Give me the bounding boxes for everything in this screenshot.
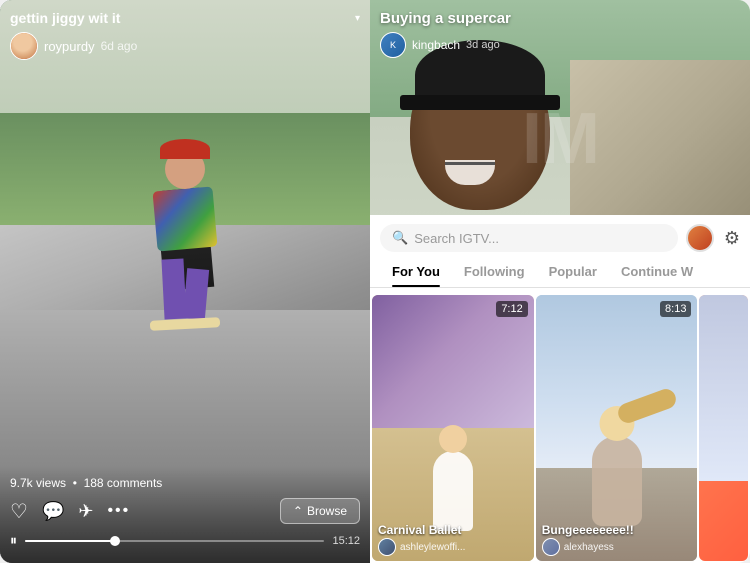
browse-label: Browse bbox=[307, 504, 347, 518]
tab-for-you[interactable]: For You bbox=[380, 256, 452, 287]
thumb-1-title: Carnival Ballet bbox=[378, 523, 461, 537]
right-user-row: K kingbach 3d ago bbox=[380, 32, 500, 58]
video-thumb-3-partial[interactable] bbox=[699, 295, 748, 561]
left-duration: 15:12 bbox=[332, 535, 360, 547]
thumb-1-duration: 7:12 bbox=[496, 301, 527, 317]
left-progress-row[interactable]: ⏸ 15:12 bbox=[10, 532, 360, 549]
chevron-down-icon: ▾ bbox=[355, 13, 360, 24]
more-options-icon[interactable]: ••• bbox=[107, 502, 130, 520]
like-icon[interactable]: ♡ bbox=[10, 499, 28, 524]
comment-icon[interactable]: 💬 bbox=[42, 501, 64, 522]
left-user-avatar[interactable] bbox=[10, 32, 38, 60]
tab-continue-watching[interactable]: Continue W bbox=[609, 256, 705, 287]
thumb-2-title: Bungeeeeeeee!! bbox=[542, 523, 634, 537]
left-comments-count: 188 comments bbox=[84, 476, 163, 490]
left-time-ago: 6d ago bbox=[101, 39, 138, 53]
browse-button[interactable]: ⌃ Browse bbox=[280, 498, 360, 524]
thumb-2-duration: 8:13 bbox=[660, 301, 691, 317]
thumb-2-username: alexhayess bbox=[564, 542, 614, 553]
tab-following[interactable]: Following bbox=[452, 256, 537, 287]
right-video-title: Buying a supercar bbox=[380, 10, 511, 27]
settings-icon[interactable]: ⚙ bbox=[724, 228, 740, 249]
left-progress-dot bbox=[110, 536, 120, 546]
pause-icon[interactable]: ⏸ bbox=[10, 532, 17, 549]
left-top-bar: gettin jiggy wit it ▾ bbox=[10, 10, 360, 26]
left-video-panel: gettin jiggy wit it ▾ roypurdy 6d ago 9.… bbox=[0, 0, 370, 563]
thumb-1-user-row: ashleylewoffi... bbox=[378, 538, 465, 556]
thumb-1-username: ashleylewoffi... bbox=[400, 542, 465, 553]
left-stats: 9.7k views • 188 comments bbox=[10, 476, 360, 490]
search-bar-container: 🔍 Search IGTV... ⚙ bbox=[370, 215, 750, 260]
right-time-ago: 3d ago bbox=[466, 39, 500, 51]
video-grid: 7:12 Carnival Ballet ashleylewoffi... 8:… bbox=[370, 293, 750, 563]
send-icon[interactable]: ✈ bbox=[78, 501, 93, 522]
right-user-avatar[interactable]: K bbox=[380, 32, 406, 58]
thumb-2-user-row: alexhayess bbox=[542, 538, 614, 556]
thumb-2-avatar bbox=[542, 538, 560, 556]
left-video-title: gettin jiggy wit it bbox=[10, 10, 349, 26]
left-progress-bar[interactable] bbox=[25, 540, 324, 542]
left-views: 9.7k views bbox=[10, 476, 66, 490]
watermark: IM bbox=[522, 98, 598, 180]
right-igtv-panel: IM Buying a supercar K kingbach 3d ago 🔍… bbox=[370, 0, 750, 563]
left-progress-fill bbox=[25, 540, 115, 542]
tab-popular[interactable]: Popular bbox=[537, 256, 609, 287]
igtv-tab-bar: For You Following Popular Continue W bbox=[370, 256, 750, 288]
left-action-bar: ♡ 💬 ✈ ••• ⌃ Browse bbox=[10, 498, 360, 524]
profile-avatar-icon[interactable] bbox=[686, 224, 714, 252]
left-bottom-controls: 9.7k views • 188 comments ♡ 💬 ✈ ••• ⌃ Br… bbox=[0, 466, 370, 563]
left-user-info: roypurdy 6d ago bbox=[10, 32, 137, 60]
left-username[interactable]: roypurdy bbox=[44, 39, 95, 54]
search-icon: 🔍 bbox=[392, 230, 408, 246]
video-thumb-1[interactable]: 7:12 Carnival Ballet ashleylewoffi... bbox=[372, 295, 534, 561]
search-box[interactable]: 🔍 Search IGTV... bbox=[380, 224, 678, 252]
video-thumb-2[interactable]: 8:13 Bungeeeeeeee!! alexhayess bbox=[536, 295, 698, 561]
right-top-icons: ⚙ bbox=[686, 224, 740, 252]
thumb-1-avatar bbox=[378, 538, 396, 556]
right-username[interactable]: kingbach bbox=[412, 38, 460, 52]
search-input-placeholder: Search IGTV... bbox=[414, 231, 499, 246]
browse-arrow-icon: ⌃ bbox=[293, 504, 303, 518]
